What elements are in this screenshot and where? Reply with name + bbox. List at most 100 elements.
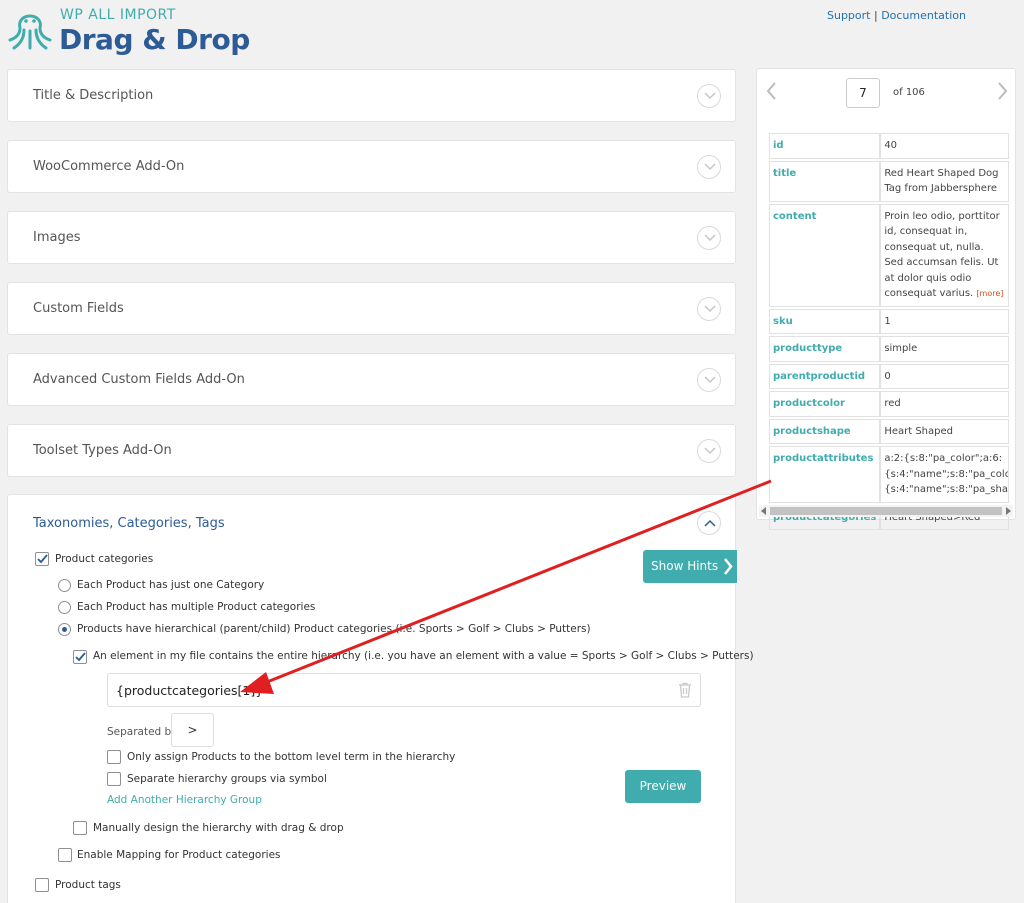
- bottom-level-checkbox[interactable]: [107, 750, 121, 764]
- field-value[interactable]: 0: [880, 363, 1010, 389]
- table-row: productshape Heart Shaped: [769, 418, 1010, 444]
- scroll-left-icon[interactable]: [761, 507, 767, 515]
- chevron-left-icon[interactable]: [765, 81, 777, 101]
- section-title: Title & Description: [33, 88, 154, 103]
- field-key[interactable]: productcolor: [769, 391, 881, 417]
- separated-by-label: Separated by: [107, 726, 178, 738]
- link-separator: |: [873, 9, 878, 22]
- radio-multiple-categories[interactable]: [58, 601, 71, 614]
- section-title: WooCommerce Add-On: [33, 159, 185, 174]
- page-title: Drag & Drop: [59, 23, 250, 56]
- support-link[interactable]: Support: [827, 9, 870, 22]
- record-panel: 7 of 106 id 40 title Red Heart Shaped Do…: [756, 68, 1016, 530]
- chevron-down-icon[interactable]: [697, 226, 721, 250]
- section-custom-fields[interactable]: Custom Fields: [7, 282, 736, 335]
- product-tags-checkbox[interactable]: [35, 878, 49, 892]
- octopus-logo-icon: [8, 14, 52, 50]
- product-categories-label: Product categories: [55, 553, 154, 565]
- field-value[interactable]: Proin leo odio, porttitor id, consequat …: [880, 203, 1010, 307]
- field-value-line: a:2:{s:8:"pa_color";a:6:: [884, 453, 1003, 464]
- trash-icon[interactable]: [678, 682, 692, 698]
- separate-groups-checkbox[interactable]: [107, 772, 121, 786]
- field-value[interactable]: 1: [880, 308, 1010, 334]
- field-value-text: Proin leo odio, porttitor id, consequat …: [884, 210, 1000, 300]
- radio-hierarchical-categories[interactable]: [58, 623, 71, 636]
- section-woocommerce-addon[interactable]: WooCommerce Add-On: [7, 140, 736, 193]
- radio-hierarchical-categories-label: Products have hierarchical (parent/child…: [77, 623, 591, 635]
- show-hints-button[interactable]: Show Hints: [643, 550, 737, 583]
- field-key[interactable]: sku: [769, 308, 881, 334]
- section-acf-addon[interactable]: Advanced Custom Fields Add-On: [7, 353, 736, 406]
- table-row: title Red Heart Shaped Dog Tag from Jabb…: [769, 160, 1010, 202]
- field-value[interactable]: red: [880, 391, 1010, 417]
- field-key[interactable]: productattributes: [769, 446, 881, 503]
- record-number-input[interactable]: 7: [846, 78, 880, 108]
- bottom-level-label: Only assign Products to the bottom level…: [127, 751, 456, 763]
- field-value[interactable]: 40: [880, 133, 1010, 159]
- field-value-line: {s:4:"name";s:8:"pa_shape: [884, 484, 1010, 495]
- field-value[interactable]: simple: [880, 336, 1010, 362]
- field-key[interactable]: id: [769, 133, 881, 159]
- hierarchy-input[interactable]: {productcategories[1]}: [107, 673, 701, 707]
- top-links: Support | Documentation: [827, 9, 966, 22]
- section-title: Custom Fields: [33, 301, 124, 316]
- section-toolset-addon[interactable]: Toolset Types Add-On: [7, 424, 736, 477]
- field-key[interactable]: content: [769, 203, 881, 307]
- preview-button[interactable]: Preview: [625, 770, 701, 803]
- chevron-down-icon[interactable]: [697, 297, 721, 321]
- add-hierarchy-group-link[interactable]: Add Another Hierarchy Group: [107, 794, 262, 806]
- field-value[interactable]: Red Heart Shaped Dog Tag from Jabbersphe…: [880, 160, 1010, 202]
- section-taxonomies: Taxonomies, Categories, Tags Product cat…: [7, 494, 754, 903]
- chevron-down-icon[interactable]: [697, 439, 721, 463]
- separate-groups-label: Separate hierarchy groups via symbol: [127, 773, 327, 785]
- scrollbar-thumb[interactable]: [770, 507, 1002, 515]
- table-row: content Proin leo odio, porttitor id, co…: [769, 203, 1010, 307]
- radio-multiple-categories-label: Each Product has multiple Product catego…: [77, 601, 316, 613]
- header: WP ALL IMPORT Drag & Drop Support | Docu…: [0, 0, 1024, 64]
- field-key[interactable]: title: [769, 160, 881, 202]
- table-row: sku 1: [769, 308, 1010, 334]
- field-value[interactable]: Heart Shaped: [880, 418, 1010, 444]
- chevron-down-icon[interactable]: [697, 368, 721, 392]
- radio-one-category[interactable]: [58, 579, 71, 592]
- chevron-right-icon: [724, 558, 733, 575]
- record-total: of 106: [893, 87, 925, 98]
- documentation-link[interactable]: Documentation: [881, 9, 966, 22]
- section-title: Advanced Custom Fields Add-On: [33, 372, 245, 387]
- field-key[interactable]: productshape: [769, 418, 881, 444]
- field-key[interactable]: producttype: [769, 336, 881, 362]
- hierarchy-input-value: {productcategories[1]}: [116, 683, 264, 698]
- chevron-right-icon[interactable]: [997, 81, 1009, 101]
- product-tags-label: Product tags: [55, 879, 121, 891]
- entire-hierarchy-label: An element in my file contains the entir…: [93, 650, 754, 662]
- section-title: Images: [33, 230, 81, 245]
- radio-one-category-label: Each Product has just one Category: [77, 579, 265, 591]
- more-link[interactable]: [more]: [976, 289, 1003, 298]
- xml-record-table: id 40 title Red Heart Shaped Dog Tag fro…: [769, 131, 1010, 532]
- entire-hierarchy-checkbox[interactable]: [73, 650, 87, 664]
- brand-name: WP ALL IMPORT: [60, 7, 176, 23]
- chevron-up-icon[interactable]: [697, 511, 721, 535]
- show-hints-label: Show Hints: [651, 559, 719, 573]
- separator-input[interactable]: >: [171, 713, 214, 747]
- field-value[interactable]: a:2:{s:8:"pa_color";a:6: {s:4:"name";s:8…: [880, 446, 1010, 503]
- section-title-description[interactable]: Title & Description: [7, 69, 736, 122]
- section-title[interactable]: Taxonomies, Categories, Tags: [33, 516, 225, 531]
- product-categories-checkbox[interactable]: [35, 552, 49, 566]
- section-images[interactable]: Images: [7, 211, 736, 264]
- chevron-down-icon[interactable]: [697, 155, 721, 179]
- enable-mapping-checkbox[interactable]: [58, 848, 72, 862]
- horizontal-scrollbar[interactable]: [759, 505, 1013, 517]
- table-row: parentproductid 0: [769, 363, 1010, 389]
- table-row: productattributes a:2:{s:8:"pa_color";a:…: [769, 446, 1010, 503]
- field-value-line: {s:4:"name";s:8:"pa_color";: [884, 468, 1010, 480]
- field-key[interactable]: parentproductid: [769, 363, 881, 389]
- table-row: productcolor red: [769, 391, 1010, 417]
- scroll-right-icon[interactable]: [1005, 507, 1011, 515]
- table-row: producttype simple: [769, 336, 1010, 362]
- manual-design-checkbox[interactable]: [73, 821, 87, 835]
- section-title: Toolset Types Add-On: [33, 443, 172, 458]
- enable-mapping-label: Enable Mapping for Product categories: [77, 849, 281, 861]
- manual-design-label: Manually design the hierarchy with drag …: [93, 822, 344, 834]
- chevron-down-icon[interactable]: [697, 84, 721, 108]
